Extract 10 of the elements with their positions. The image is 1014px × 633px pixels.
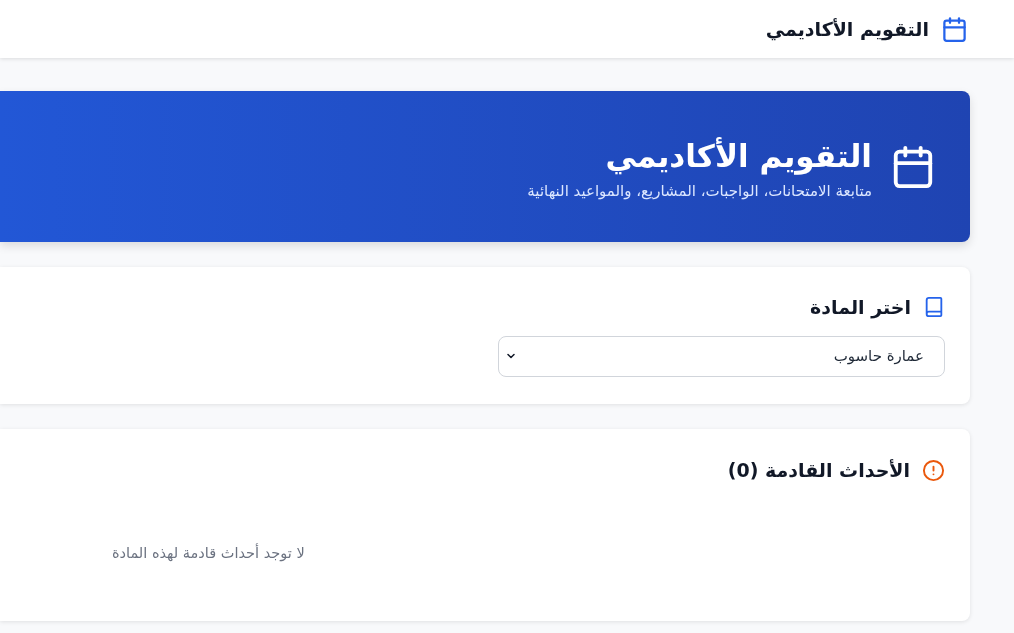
card-heading: الأحداث القادمة (0) [727, 458, 910, 483]
book-icon [923, 295, 945, 320]
calendar-icon [941, 14, 968, 44]
hero-title: التقويم الأكاديمي [604, 136, 872, 175]
card-heading: اختر المادة [810, 295, 911, 321]
empty-message: لا توجد أحداث قادمة لهذه المادة [112, 542, 305, 564]
course-select[interactable]: عمارة حاسوب [498, 335, 945, 377]
app-title: التقويم الأكاديمي [765, 16, 929, 43]
hero-subtitle: متابعة الامتحانات، الواجبات، المشاريع، والمواعيد النهائية [527, 180, 872, 201]
alert-icon [922, 458, 945, 482]
